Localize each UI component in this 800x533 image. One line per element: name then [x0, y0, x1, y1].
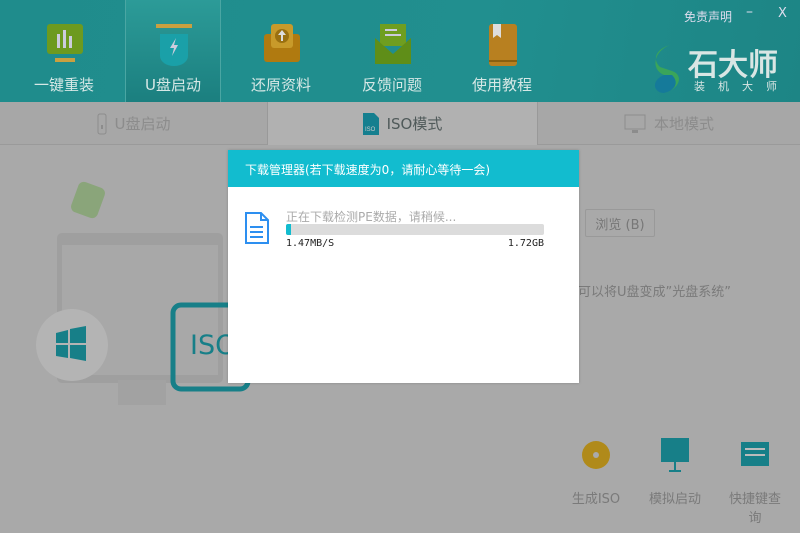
logo-subtitle: 装机大师 — [694, 80, 790, 93]
close-button[interactable]: X — [778, 6, 787, 21]
tool-label: 快捷键查询 — [728, 492, 781, 526]
nav-label: 一键重装 — [33, 76, 94, 94]
nav-tutorial[interactable]: 使用教程 — [447, 0, 557, 102]
tool-label: 生成ISO — [571, 492, 621, 507]
book-icon — [489, 24, 517, 66]
disclaimer-link[interactable]: 免责声明 — [684, 8, 732, 25]
tool-label: 模拟启动 — [648, 492, 701, 507]
nav-label: 还原资料 — [250, 76, 311, 94]
nav-reinstall[interactable]: 一键重装 — [9, 0, 119, 102]
download-speed: 1.47MB/S — [286, 238, 335, 249]
tool-hotkey-query[interactable]: 快捷键查询 — [723, 438, 787, 526]
tool-generate-iso[interactable]: 生成ISO — [566, 438, 626, 507]
monitor-icon — [624, 114, 646, 133]
keyboard-icon — [741, 442, 769, 466]
svg-text:ISO: ISO — [365, 127, 376, 133]
tab-label: 本地模式 — [653, 115, 714, 133]
nav-label: 反馈问题 — [361, 76, 422, 94]
download-progress-bar — [286, 224, 544, 235]
download-size: 1.72GB — [507, 238, 544, 249]
iso-illustration — [36, 181, 251, 405]
monitor-boot-icon — [661, 438, 689, 472]
mode-tabs: U盘启动 ISO ISO模式 本地模式 — [0, 102, 800, 145]
tool-simulate-boot[interactable]: 模拟启动 — [645, 438, 705, 507]
nav-feedback[interactable]: 反馈问题 — [337, 0, 447, 102]
usb-stick-icon — [97, 113, 106, 134]
dialog-title: 下载管理器(若下载速度为0，请耐心等待一会) — [228, 150, 579, 187]
browse-button[interactable]: 浏览 (B) — [585, 209, 655, 237]
nav-usb-boot[interactable]: U盘启动 — [125, 0, 221, 102]
monitor-chart-icon — [47, 24, 83, 62]
status-message: 正在下载检测PE数据，请稍候... — [286, 210, 457, 224]
header: 一键重装 U盘启动 还原资料 反馈问题 使用教程 免责声明 – X 石大师 装机… — [0, 0, 800, 102]
logo: 石大师 装机大师 — [650, 40, 795, 95]
restore-drive-icon — [264, 24, 300, 62]
usb-drive-icon — [156, 24, 192, 66]
disc-icon — [582, 441, 610, 469]
envelope-icon — [375, 24, 411, 64]
logo-mark-icon — [654, 45, 679, 93]
tab-usb-boot[interactable]: U盘启动 — [0, 102, 268, 145]
download-manager-dialog: 下载管理器(若下载速度为0，请耐心等待一会) 正在下载检测PE数据，请稍候...… — [228, 150, 579, 383]
nav-restore[interactable]: 还原资料 — [226, 0, 336, 102]
iso-file-icon: ISO — [362, 112, 379, 135]
tab-local-mode[interactable]: 本地模式 — [538, 102, 800, 145]
nav-label: U盘启动 — [145, 76, 201, 94]
hint-text: 可以将U盘变成”光盘系统” — [578, 285, 731, 300]
nav-label: 使用教程 — [471, 76, 532, 94]
tab-iso-mode[interactable]: ISO ISO模式 — [268, 102, 538, 145]
tab-label: U盘启动 — [114, 115, 171, 133]
minimize-button[interactable]: – — [746, 4, 753, 20]
document-icon — [245, 212, 269, 244]
tab-label: ISO模式 — [386, 115, 443, 133]
progress-fill — [286, 224, 292, 235]
